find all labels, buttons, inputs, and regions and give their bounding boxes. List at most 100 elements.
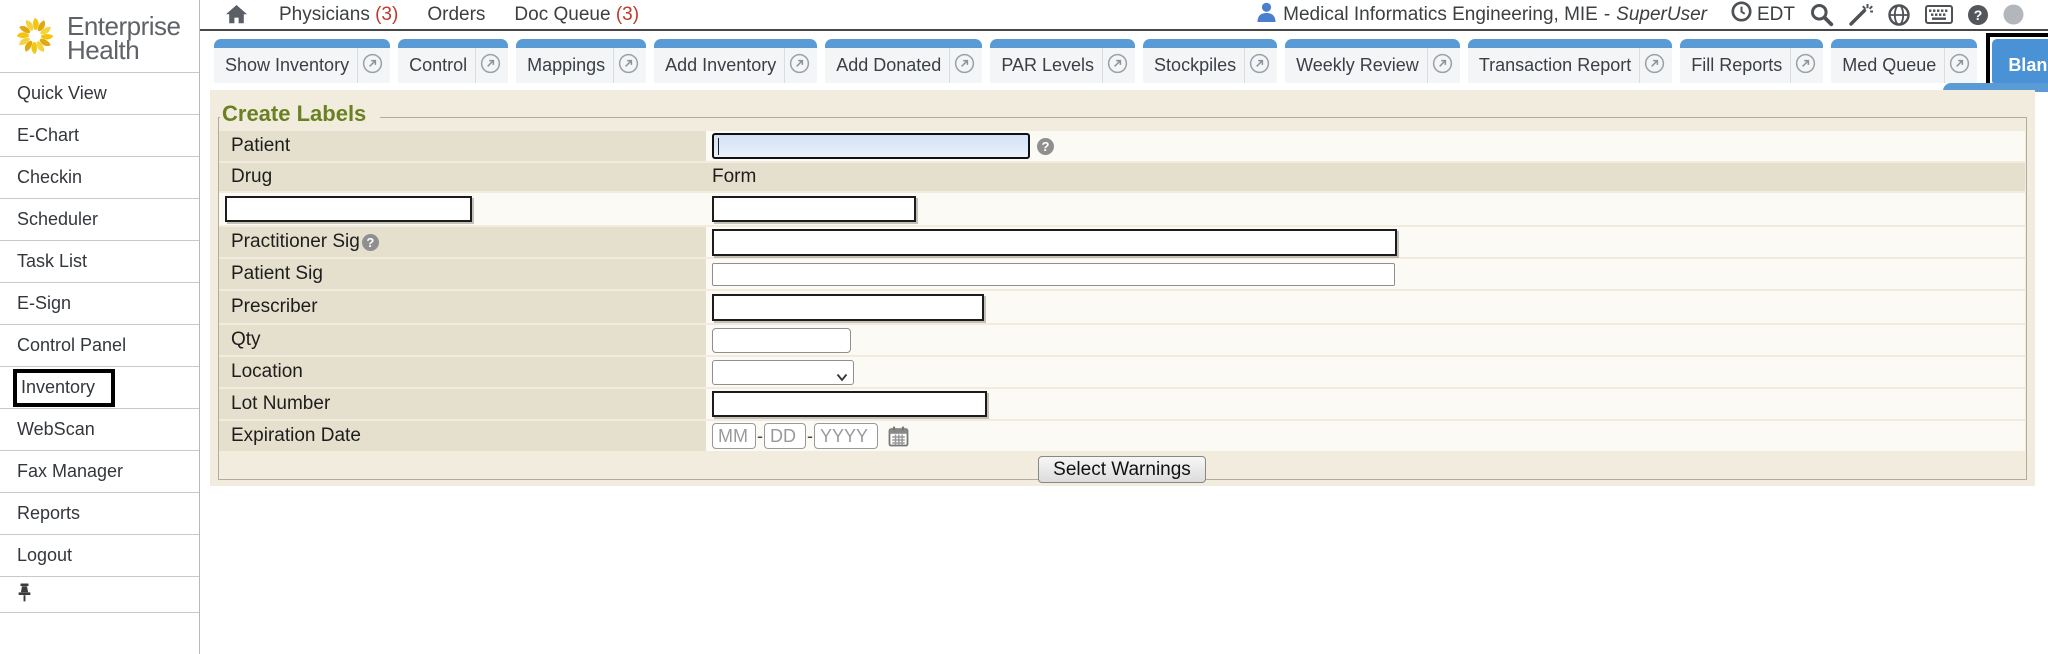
patient-input[interactable] [712, 133, 1030, 159]
tab-control[interactable]: Control [398, 39, 508, 83]
sidebar-item-logout[interactable]: Logout [0, 535, 199, 577]
sidebar-item-control-panel[interactable]: Control Panel [0, 325, 199, 367]
chevron-down-icon [836, 369, 848, 387]
expiration-day-input[interactable]: DD [764, 423, 806, 449]
drug-label: Drug [219, 163, 706, 191]
qty-row: Qty [219, 325, 2025, 355]
user-bar: Medical Informatics Engineering, MIE - S… [1257, 1, 2048, 28]
nav-doc-queue[interactable]: Doc Queue (3) [514, 4, 639, 26]
external-link-icon[interactable] [1949, 53, 1970, 79]
expiration-month-input[interactable]: MM [712, 423, 756, 449]
location-row: Location [219, 357, 2025, 387]
sidebar-item-inventory[interactable]: Inventory [0, 367, 199, 409]
lot-number-row: Lot Number [219, 389, 2025, 419]
external-link-icon[interactable] [789, 53, 810, 79]
location-label: Location [219, 357, 706, 387]
keyboard-icon[interactable] [1925, 5, 1953, 24]
external-link-icon[interactable] [1795, 53, 1816, 79]
prescriber-row: Prescriber [219, 291, 2025, 323]
logo-area[interactable]: Enterprise Health [0, 0, 199, 73]
tab-weekly-review[interactable]: Weekly Review [1285, 39, 1460, 83]
patient-label: Patient [219, 131, 706, 161]
text-caret [718, 138, 719, 155]
external-link-icon[interactable] [1432, 53, 1453, 79]
external-link-icon[interactable] [1249, 53, 1270, 79]
tab-med-queue[interactable]: Med Queue [1831, 39, 1977, 83]
pin-icon [17, 583, 32, 607]
sidebar-item-e-sign[interactable]: E-Sign [0, 283, 199, 325]
create-labels-panel: Create Labels Patient ? Drug Form [210, 90, 2035, 486]
prescriber-label: Prescriber [219, 291, 706, 323]
search-icon[interactable] [1809, 2, 1834, 27]
svg-text:?: ? [1974, 7, 1983, 23]
drug-form-label-row: Drug Form [219, 163, 2025, 191]
calendar-icon[interactable] [888, 426, 909, 447]
patient-row: Patient ? [219, 131, 2025, 161]
qty-input[interactable] [712, 328, 851, 353]
external-link-icon[interactable] [618, 53, 639, 79]
tab-par-levels[interactable]: PAR Levels [990, 39, 1135, 83]
expiration-date-label: Expiration Date [219, 421, 706, 451]
home-icon[interactable] [226, 5, 247, 24]
user-name[interactable]: Medical Informatics Engineering, MIE [1283, 4, 1598, 26]
tab-add-inventory[interactable]: Add Inventory [654, 39, 817, 83]
tab-show-inventory[interactable]: Show Inventory [214, 39, 390, 83]
practitioner-sig-input[interactable] [712, 229, 1397, 256]
clock-icon[interactable] [1731, 1, 1752, 28]
tab-transaction-report[interactable]: Transaction Report [1468, 39, 1672, 83]
panel-title: Create Labels [220, 101, 380, 129]
select-warnings-button[interactable]: Select Warnings [1038, 456, 1206, 483]
patient-help-icon[interactable]: ? [1037, 138, 1054, 155]
main-area: Physicians (3) Orders Doc Queue (3) Medi… [200, 0, 2048, 654]
timezone-label: EDT [1757, 4, 1795, 26]
wand-icon[interactable] [1848, 2, 1873, 27]
practitioner-sig-help-icon[interactable]: ? [362, 234, 379, 251]
brand-line2: Health [67, 35, 139, 65]
external-link-icon[interactable] [954, 53, 975, 79]
expiration-date-row: Expiration Date MM - DD - YYYY [219, 421, 2025, 451]
external-link-icon[interactable] [1644, 53, 1665, 79]
patient-sig-row: Patient Sig [219, 259, 2025, 289]
form-input[interactable] [712, 196, 916, 222]
sidebar-item-e-chart[interactable]: E-Chart [0, 115, 199, 157]
sidebar-item-quick-view[interactable]: Quick View [0, 73, 199, 115]
physicians-count: (3) [375, 4, 398, 25]
tab-mappings[interactable]: Mappings [516, 39, 646, 83]
external-link-icon[interactable] [362, 53, 383, 79]
qty-label: Qty [219, 325, 706, 355]
drug-input[interactable] [225, 196, 472, 222]
sidebar-item-task-list[interactable]: Task List [0, 241, 199, 283]
tab-fill-reports[interactable]: Fill Reports [1680, 39, 1823, 83]
patient-sig-input[interactable] [712, 263, 1395, 286]
enterprise-health-app: Enterprise Health Quick View E-Chart Che… [0, 0, 2048, 654]
external-link-icon[interactable] [480, 53, 501, 79]
prescriber-input[interactable] [712, 294, 984, 321]
user-role-separator: - [1604, 4, 1610, 26]
tab-stockpiles[interactable]: Stockpiles [1143, 39, 1277, 83]
doc-queue-count: (3) [616, 4, 639, 25]
help-icon[interactable]: ? [1967, 4, 1989, 26]
sidebar: Enterprise Health Quick View E-Chart Che… [0, 0, 200, 654]
sidebar-pin-toggle[interactable] [0, 577, 199, 613]
practitioner-sig-row: Practitioner Sig ? [219, 227, 2025, 257]
lot-number-label: Lot Number [219, 389, 706, 419]
drug-form-input-row [219, 193, 2025, 225]
location-select[interactable] [712, 360, 854, 385]
sidebar-item-checkin[interactable]: Checkin [0, 157, 199, 199]
sidebar-item-fax-manager[interactable]: Fax Manager [0, 451, 199, 493]
tab-blank-labels[interactable]: Blank Labels [1992, 39, 2048, 83]
external-link-icon[interactable] [1107, 53, 1128, 79]
sidebar-item-reports[interactable]: Reports [0, 493, 199, 535]
avatar[interactable] [2003, 4, 2024, 25]
brand-name: Enterprise Health [67, 14, 181, 62]
inventory-highlight-box: Inventory [13, 369, 115, 407]
expiration-year-input[interactable]: YYYY [814, 423, 878, 449]
globe-icon[interactable] [1887, 3, 1911, 27]
nav-physicians[interactable]: Physicians (3) [279, 4, 398, 26]
lot-number-input[interactable] [712, 391, 987, 417]
top-nav: Physicians (3) Orders Doc Queue (3) Medi… [200, 0, 2048, 29]
sidebar-item-scheduler[interactable]: Scheduler [0, 199, 199, 241]
tab-add-donated[interactable]: Add Donated [825, 39, 982, 83]
nav-orders[interactable]: Orders [427, 4, 485, 26]
sidebar-item-webscan[interactable]: WebScan [0, 409, 199, 451]
